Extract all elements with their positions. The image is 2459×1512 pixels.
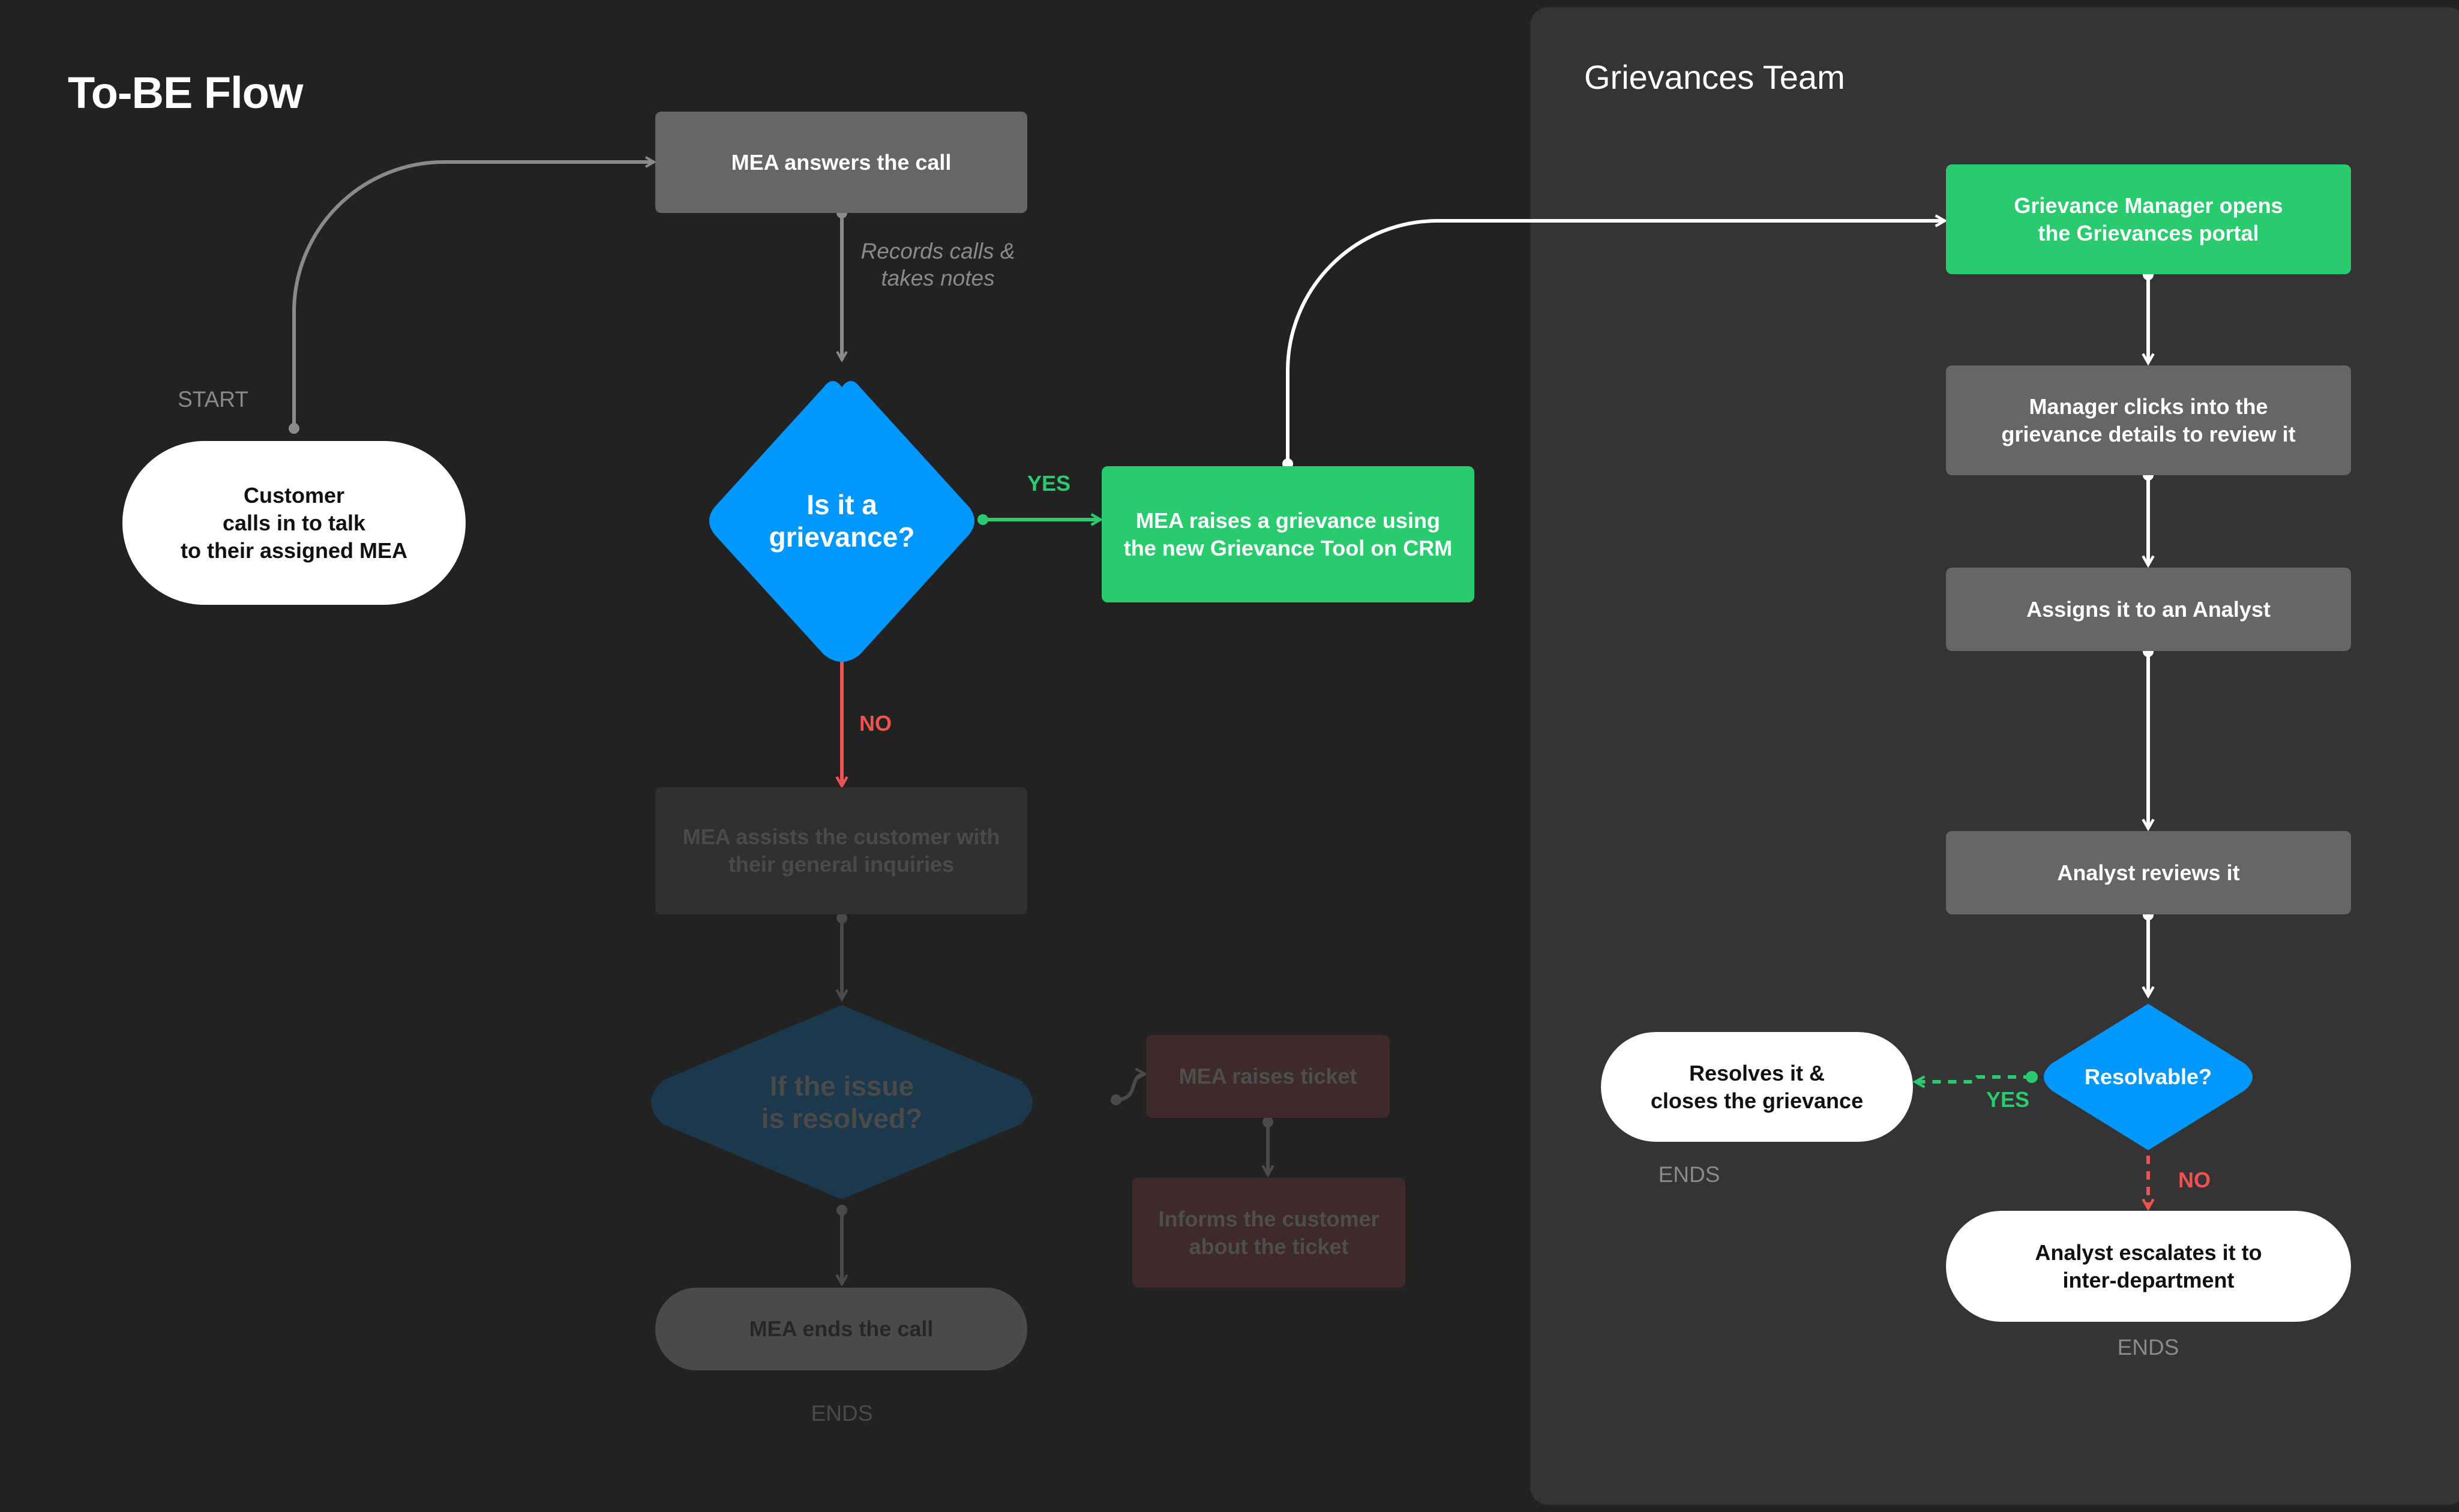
no-label-grievance: NO <box>859 711 892 736</box>
node-text: Assigns it to an Analyst <box>2026 596 2271 622</box>
node-text: their general inquiries <box>728 852 955 877</box>
node-text: Analyst reviews it <box>2057 860 2240 885</box>
node-text: about the ticket <box>1189 1234 1349 1259</box>
node-text: Is it a <box>806 489 877 520</box>
node-mea-raises-ticket[interactable]: MEA raises ticket <box>1146 1035 1390 1118</box>
node-mea-assists[interactable]: MEA assists the customer with their gene… <box>655 787 1027 914</box>
node-text: to their assigned MEA <box>180 538 408 563</box>
node-resolves-closes[interactable]: Resolves it & closes the grievance <box>1601 1032 1913 1142</box>
node-text: MEA raises a grievance using <box>1136 508 1440 533</box>
connector-start-to-answer <box>292 162 654 427</box>
node-text: If the issue <box>769 1070 914 1102</box>
node-text: Resolvable? <box>2084 1064 2212 1089</box>
node-mea-raises-grievance[interactable]: MEA raises a grievance using the new Gri… <box>1102 466 1474 602</box>
note-line: Records calls & <box>860 239 1015 263</box>
connector-dot <box>977 514 988 525</box>
node-resolvable[interactable]: Resolvable? <box>2058 1059 2238 1095</box>
node-text: Informs the customer <box>1158 1206 1380 1231</box>
node-text: the new Grievance Tool on CRM <box>1123 535 1453 560</box>
connector-to-ticket <box>1115 1074 1145 1102</box>
node-text: closes the grievance <box>1650 1088 1864 1113</box>
node-text: the Grievances portal <box>2038 220 2259 245</box>
node-issue-resolved[interactable]: If the issue is resolved? <box>722 1042 962 1162</box>
start-label: START <box>178 387 248 412</box>
yes-label-grievance: YES <box>1027 471 1071 496</box>
node-manager-clicks[interactable]: Manager clicks into the grievance detail… <box>1946 365 2351 475</box>
connector-yes-resolvable <box>1915 1075 2032 1082</box>
node-customer-calls[interactable]: Customer calls in to talk to their assig… <box>122 441 466 605</box>
node-analyst-reviews[interactable]: Analyst reviews it <box>1946 831 2351 914</box>
node-informs-customer[interactable]: Informs the customer about the ticket <box>1132 1178 1405 1288</box>
ends-label-escalates: ENDS <box>2117 1335 2179 1360</box>
node-text: Customer <box>243 482 345 508</box>
node-text: is resolved? <box>761 1103 923 1134</box>
node-text: MEA raises ticket <box>1178 1064 1357 1088</box>
node-is-grievance[interactable]: Is it a grievance? <box>722 461 962 581</box>
node-mea-ends-call[interactable]: MEA ends the call <box>655 1288 1027 1370</box>
node-mea-answers[interactable]: MEA answers the call <box>655 112 1027 213</box>
node-text: calls in to talk <box>222 510 366 535</box>
connector-raise-to-manager <box>1285 221 1945 464</box>
node-text: grievance? <box>769 521 915 553</box>
ends-label-mea: ENDS <box>811 1401 873 1426</box>
node-text: inter-department <box>2062 1267 2235 1292</box>
node-text: MEA assists the customer with <box>682 824 1000 849</box>
node-manager-opens[interactable]: Grievance Manager opens the Grievances p… <box>1946 164 2351 274</box>
node-text: Analyst escalates it to <box>2035 1240 2262 1265</box>
node-text: MEA ends the call <box>749 1316 934 1341</box>
node-escalates[interactable]: Analyst escalates it to inter-department <box>1946 1211 2351 1322</box>
node-text: Manager clicks into the <box>2029 394 2268 419</box>
node-text: MEA answers the call <box>731 149 952 175</box>
node-assigns-analyst[interactable]: Assigns it to an Analyst <box>1946 568 2351 651</box>
node-text: grievance details to review it <box>2001 421 2296 446</box>
note-records-calls: Records calls & takes notes <box>860 238 1015 292</box>
node-text: Grievance Manager opens <box>2014 193 2283 218</box>
node-text: Resolves it & <box>1689 1060 1825 1085</box>
no-label-resolvable: NO <box>2178 1168 2211 1192</box>
note-line: takes notes <box>881 266 995 290</box>
ends-label-resolves: ENDS <box>1658 1162 1720 1187</box>
yes-label-resolvable: YES <box>1986 1087 2030 1112</box>
connector-dot <box>289 423 299 434</box>
